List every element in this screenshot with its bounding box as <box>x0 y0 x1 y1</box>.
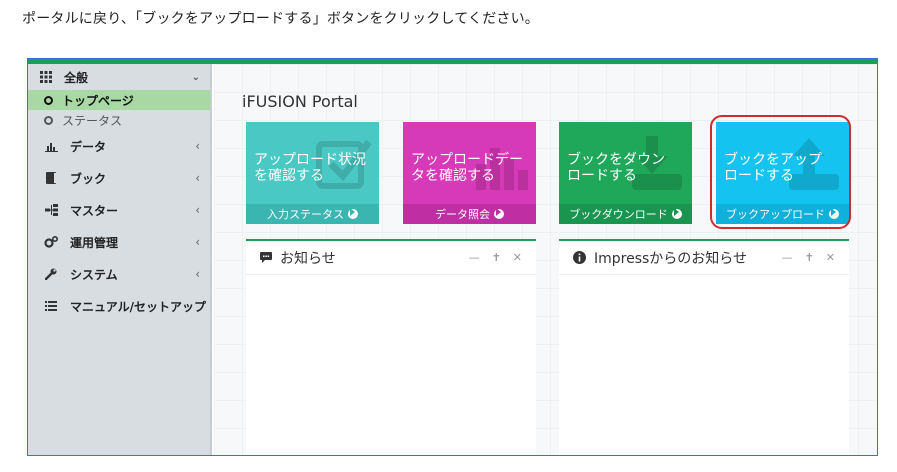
tile-footer-label: 入力ステータス <box>267 208 344 221</box>
sidebar-item-label: システム <box>70 267 118 282</box>
main-content: iFUSION Portal アップロード状況 を確認する 入力ステータス アッ… <box>214 64 877 455</box>
book-icon <box>44 171 58 185</box>
tile-check-upload-data[interactable]: アップロードデー タを確認する データ照会 <box>403 122 536 224</box>
arrow-circle-right-icon <box>671 209 682 219</box>
info-circle-icon <box>573 251 586 264</box>
sidebar-item-label: ステータス <box>62 113 123 128</box>
tile-label-line: ブックをダウン <box>567 152 665 168</box>
sidebar-item-label: マニュアル/セットアップ <box>70 299 207 314</box>
panel-title: お知らせ <box>280 250 336 267</box>
sidebar-item-manual-setup[interactable]: マニュアル/セットアップ <box>28 290 210 322</box>
sidebar-item-label: ブック <box>70 171 107 186</box>
sidebar-item-data[interactable]: データ ‹ <box>28 130 210 162</box>
gears-icon <box>44 235 58 249</box>
tile-footer-label: ブックダウンロード <box>569 208 668 221</box>
sidebar-item-status[interactable]: ステータス <box>28 110 210 130</box>
minimize-icon[interactable]: — <box>469 251 480 264</box>
instruction-text: ポータルに戻り、「ブックをアップロードする」ボタンをクリックしてください。 <box>22 11 539 27</box>
tile-label-line: ロードする <box>567 168 637 184</box>
sidebar-item-system[interactable]: システム ‹ <box>28 258 210 290</box>
page-title: iFUSION Portal <box>242 92 358 111</box>
wrench-icon[interactable]: ✝ <box>805 251 814 264</box>
portal-window: 全般 ⌄ トップページ ステータス データ ‹ ブック ‹ マスター ‹ 運用管… <box>27 58 878 456</box>
circle-icon <box>44 95 53 105</box>
tile-footer-label: ブックアップロード <box>726 208 825 221</box>
sidebar-item-master[interactable]: マスター ‹ <box>28 194 210 226</box>
sidebar-section-general[interactable]: 全般 ⌄ <box>28 64 210 90</box>
minimize-icon[interactable]: — <box>782 251 793 264</box>
arrow-circle-right-icon <box>494 209 504 219</box>
sidebar-item-book[interactable]: ブック ‹ <box>28 162 210 194</box>
sidebar: 全般 ⌄ トップページ ステータス データ ‹ ブック ‹ マスター ‹ 運用管… <box>28 64 212 455</box>
wrench-icon[interactable]: ✝ <box>492 251 501 264</box>
tile-upload-book[interactable]: ブックをアップ ロードする ブックアップロード <box>716 122 849 224</box>
chevron-left-icon: ‹ <box>195 235 200 249</box>
tile-label-line: ロードする <box>724 168 794 184</box>
tile-label-line: アップロード状況 <box>254 152 366 168</box>
grid-icon <box>40 71 52 83</box>
tile-check-upload-status[interactable]: アップロード状況 を確認する 入力ステータス <box>246 122 379 224</box>
close-icon[interactable]: ✕ <box>513 251 522 264</box>
panel-impress-notices: Impressからのお知らせ — ✝ ✕ <box>559 239 849 455</box>
chevron-left-icon: ‹ <box>195 171 200 185</box>
tile-footer-link[interactable]: ブックアップロード <box>716 204 849 224</box>
tile-label-line: を確認する <box>254 168 324 184</box>
sidebar-section-label: 全般 <box>64 70 89 85</box>
sidebar-item-label: トップページ <box>62 93 134 108</box>
sidebar-item-label: データ <box>70 139 107 154</box>
sidebar-item-label: 運用管理 <box>70 235 119 250</box>
list-icon <box>44 299 58 313</box>
panel-title: Impressからのお知らせ <box>594 250 748 267</box>
chevron-left-icon: ‹ <box>195 203 200 217</box>
tile-footer-label: データ照会 <box>435 208 490 221</box>
sidebar-item-label: マスター <box>70 203 119 218</box>
circle-icon <box>44 115 53 125</box>
tile-label-line: アップロードデー <box>411 152 523 168</box>
tile-label-line: ブックをアップ <box>724 152 822 168</box>
sidebar-item-top-page[interactable]: トップページ <box>28 90 210 110</box>
arrow-circle-right-icon <box>829 209 839 219</box>
tile-footer-link[interactable]: ブックダウンロード <box>559 204 692 224</box>
bar-chart-icon <box>44 139 58 153</box>
tile-footer-link[interactable]: 入力ステータス <box>246 204 379 224</box>
wrench-icon <box>44 267 58 281</box>
sidebar-item-operations[interactable]: 運用管理 ‹ <box>28 226 210 258</box>
tile-footer-link[interactable]: データ照会 <box>403 204 536 224</box>
tile-label-line: タを確認する <box>411 168 495 184</box>
tile-download-book[interactable]: ブックをダウン ロードする ブックダウンロード <box>559 122 692 224</box>
arrow-circle-right-icon <box>348 209 358 219</box>
chevron-down-icon: ⌄ <box>191 71 200 83</box>
chevron-left-icon: ‹ <box>195 139 200 153</box>
chevron-left-icon: ‹ <box>195 267 200 281</box>
panel-notices: お知らせ — ✝ ✕ <box>246 239 536 455</box>
close-icon[interactable]: ✕ <box>826 251 835 264</box>
sitemap-icon <box>44 203 58 217</box>
comment-icon <box>260 252 272 263</box>
